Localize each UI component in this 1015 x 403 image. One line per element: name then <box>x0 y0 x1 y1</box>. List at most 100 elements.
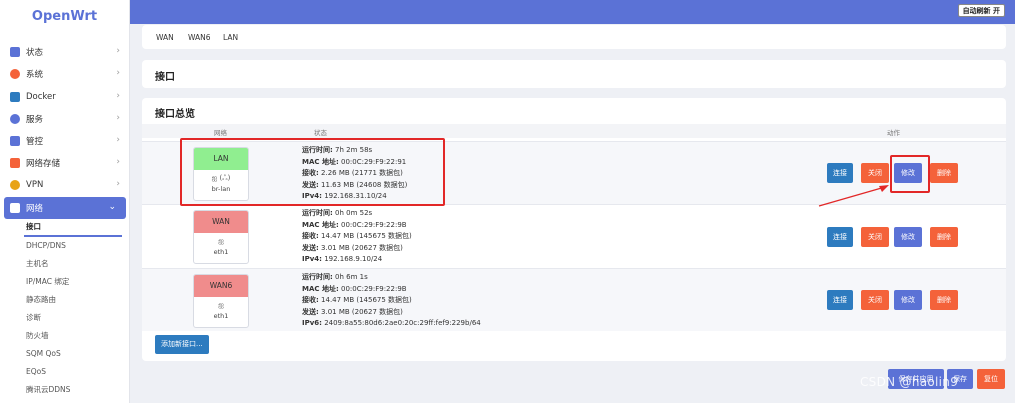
status-label: 接收: <box>302 232 319 240</box>
interface-badge: WAN6 ஐ eth1 <box>193 274 249 328</box>
interface-badge: WAN ஐ eth1 <box>193 210 249 264</box>
sidebar-item-label: Docker <box>26 92 56 102</box>
status-label: 运行时间: <box>302 209 333 217</box>
tab-wan6[interactable]: WAN6 <box>188 33 211 42</box>
sidebar-item-label: 服务 <box>26 115 44 125</box>
stop-button[interactable]: 关闭 <box>861 227 889 247</box>
annotation-highlight-lan <box>180 138 445 206</box>
chevron-right-icon: › <box>116 46 120 56</box>
chevron-right-icon: › <box>116 157 120 167</box>
add-interface-button[interactable]: 添加新接口... <box>155 335 209 354</box>
auto-refresh-button[interactable]: 自动刷新 开 <box>957 4 1005 17</box>
status-value: 14.47 MB (145675 数据包) <box>318 232 412 240</box>
delete-button[interactable]: 删除 <box>930 163 958 183</box>
status-value: 192.168.9.10/24 <box>321 255 383 263</box>
status-value: 00:0C:29:F9:22:9B <box>338 284 407 293</box>
sidebar-item-label: 网络 <box>26 204 44 214</box>
page-title: 接口 <box>155 72 175 83</box>
status-label: 发送: <box>302 243 319 252</box>
network-icon <box>10 203 20 213</box>
top-header: 自动刷新 开 <box>130 0 1015 24</box>
status-value: 3.01 MB (20627 数据包) <box>318 307 403 316</box>
watermark: CSDN @haolin9 <box>860 375 959 389</box>
storage-icon <box>10 158 20 168</box>
sidebar-subitem-interfaces[interactable]: 接口 <box>26 220 41 234</box>
sidebar-item-docker[interactable]: Docker › <box>0 86 129 108</box>
tab-lan[interactable]: LAN <box>223 33 238 42</box>
gear-icon <box>10 69 20 79</box>
sidebar-item-label: 网络存储 <box>26 159 61 169</box>
edit-button[interactable]: 修改 <box>894 227 922 247</box>
sidebar-item-label: 管控 <box>26 137 44 147</box>
annotation-highlight-edit <box>890 155 930 193</box>
sidebar-item-network[interactable]: 网络 ⌄ <box>4 197 126 219</box>
connect-button[interactable]: 连接 <box>827 227 853 247</box>
column-header-network: 网络 <box>214 129 227 137</box>
active-underline <box>24 235 122 237</box>
status-value: 00:0C:29:F9:22:9B <box>338 220 407 229</box>
table-header: 网络 状态 动作 <box>142 124 1006 138</box>
edit-button[interactable]: 修改 <box>894 290 922 310</box>
tabs-bar: WAN WAN6 LAN <box>142 25 1006 49</box>
status-label: IPv6: <box>302 319 322 327</box>
status-value: 14.47 MB (145675 数据包) <box>318 296 412 304</box>
chevron-right-icon: › <box>116 135 120 145</box>
chevron-right-icon: › <box>116 68 120 78</box>
interface-status: 运行时间: 0h 0m 52s MAC 地址: 00:0C:29:F9:22:9… <box>302 208 412 266</box>
vpn-icon <box>10 180 20 190</box>
ethernet-icon: ஐ <box>218 237 224 245</box>
interface-device: eth1 <box>213 248 229 256</box>
status-label: 运行时间: <box>302 273 333 281</box>
chevron-down-icon: ⌄ <box>108 202 116 212</box>
logo[interactable]: OpenWrt <box>0 0 129 36</box>
table-row: WAN ஐ eth1 运行时间: 0h 0m 52s MAC 地址: 00:0C… <box>142 204 1006 267</box>
table-row: WAN6 ஐ eth1 运行时间: 0h 6m 1s MAC 地址: 00:0C… <box>142 268 1006 331</box>
sidebar-item-storage[interactable]: 网络存储 › <box>0 152 129 174</box>
interface-name: WAN6 <box>194 275 248 297</box>
status-label: 接收: <box>302 296 319 304</box>
sidebar-item-status[interactable]: 状态 › <box>0 41 129 63</box>
sidebar-subitem-diagnostics[interactable]: 诊断 <box>26 311 41 325</box>
sidebar-item-system[interactable]: 系统 › <box>0 63 129 85</box>
sidebar-item-control[interactable]: 管控 › <box>0 130 129 152</box>
sidebar-subitem-hostnames[interactable]: 主机名 <box>26 257 49 271</box>
service-icon <box>10 114 20 124</box>
delete-button[interactable]: 删除 <box>930 227 958 247</box>
sidebar-subitem-firewall[interactable]: 防火墙 <box>26 329 49 343</box>
chevron-right-icon: › <box>116 179 120 189</box>
sidebar-subitem-ddns[interactable]: 腾讯云DDNS <box>26 383 70 397</box>
sidebar-item-services[interactable]: 服务 › <box>0 108 129 130</box>
status-icon <box>10 47 20 57</box>
interface-status: 运行时间: 0h 6m 1s MAC 地址: 00:0C:29:F9:22:9B… <box>302 272 481 330</box>
ethernet-icon: ஐ <box>218 301 224 309</box>
status-label: MAC 地址: <box>302 220 339 229</box>
title-card: 接口 <box>142 60 1006 88</box>
sidebar-subitem-sqm[interactable]: SQM QoS <box>26 347 61 361</box>
control-icon <box>10 136 20 146</box>
sidebar-item-label: 状态 <box>26 48 44 58</box>
status-value: 0h 6m 1s <box>332 273 368 281</box>
sidebar: OpenWrt 状态 › 系统 › Docker › 服务 › 管控 › 网络存… <box>0 0 130 403</box>
chevron-right-icon: › <box>116 91 120 101</box>
stop-button[interactable]: 关闭 <box>861 290 889 310</box>
reset-button[interactable]: 复位 <box>977 369 1005 389</box>
docker-icon <box>10 92 20 102</box>
chevron-right-icon: › <box>116 113 120 123</box>
sidebar-subitem-eqos[interactable]: EQoS <box>26 365 46 379</box>
connect-button[interactable]: 连接 <box>827 290 853 310</box>
annotation-arrow-icon <box>818 185 889 207</box>
delete-button[interactable]: 删除 <box>930 290 958 310</box>
sidebar-subitem-dhcp[interactable]: DHCP/DNS <box>26 239 66 253</box>
column-header-status: 状态 <box>314 129 327 137</box>
status-value: 2409:8a55:80d6:2ae0:20c:29ff:fef9:229b/6… <box>321 319 481 327</box>
sidebar-subitem-routes[interactable]: 静态路由 <box>26 293 56 307</box>
sidebar-item-label: VPN <box>26 180 44 190</box>
sidebar-item-vpn[interactable]: VPN › <box>0 174 129 196</box>
sidebar-item-label: 系统 <box>26 70 44 80</box>
interface-name: WAN <box>194 211 248 233</box>
status-value: 0h 0m 52s <box>332 209 373 217</box>
section-title: 接口总览 <box>155 109 195 120</box>
sidebar-subitem-ipmac[interactable]: IP/MAC 绑定 <box>26 275 69 289</box>
tab-wan[interactable]: WAN <box>156 33 174 42</box>
column-header-actions: 动作 <box>887 129 900 137</box>
